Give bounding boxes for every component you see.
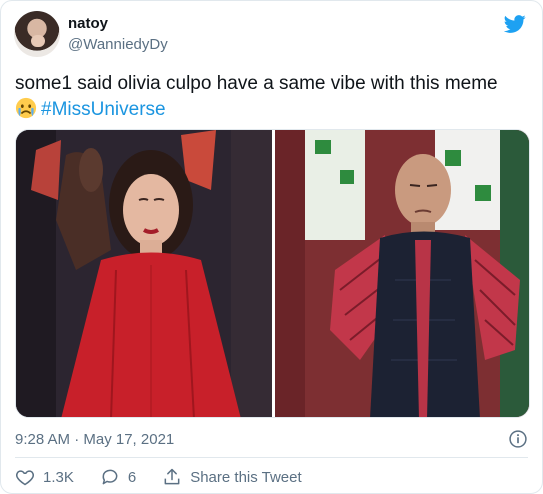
heart-icon bbox=[16, 470, 34, 486]
photo-woman-red-dress[interactable] bbox=[16, 130, 272, 417]
tweet-timestamp[interactable]: 9:28 AM · May 17, 2021 bbox=[15, 431, 174, 448]
tweet-card: natoy @WanniedyDy some1 said olivia culp… bbox=[0, 0, 543, 494]
like-count: 1.3K bbox=[43, 468, 74, 486]
reply-button[interactable]: 6 bbox=[100, 467, 136, 487]
avatar[interactable] bbox=[14, 11, 60, 57]
info-icon[interactable] bbox=[508, 429, 528, 449]
like-button[interactable]: 1.3K bbox=[15, 467, 74, 487]
author-handle[interactable]: @WanniedyDy bbox=[68, 36, 168, 53]
photo-man-arms-akimbo[interactable] bbox=[275, 130, 529, 417]
tweet-text: some1 said olivia culpo have a same vibe… bbox=[15, 73, 498, 94]
share-button[interactable]: Share this Tweet bbox=[162, 467, 302, 487]
crying-face-emoji-icon bbox=[15, 97, 37, 119]
reply-count: 6 bbox=[127, 468, 137, 486]
author-display-name[interactable]: natoy bbox=[68, 15, 108, 32]
action-bar: 1.3K 6 Share this Tweet bbox=[15, 467, 328, 487]
reply-icon bbox=[102, 469, 118, 485]
share-label: Share this Tweet bbox=[190, 468, 302, 486]
media-grid[interactable] bbox=[15, 129, 530, 418]
hashtag-link[interactable]: #MissUniverse bbox=[41, 99, 166, 120]
share-icon bbox=[164, 468, 180, 485]
divider bbox=[15, 457, 528, 458]
tweet-text-block: some1 said olivia culpo have a same vibe… bbox=[15, 71, 530, 123]
twitter-bird-icon[interactable] bbox=[503, 13, 527, 35]
